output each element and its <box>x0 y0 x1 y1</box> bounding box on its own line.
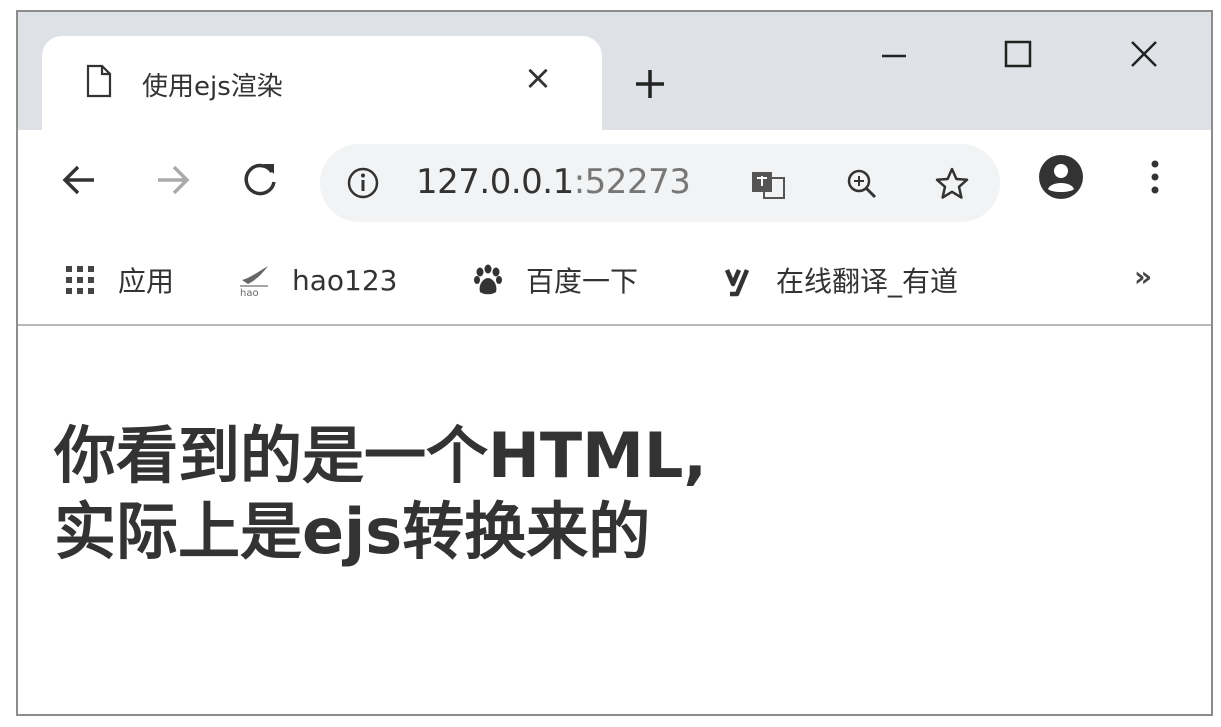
svg-text:hao: hao <box>240 288 259 298</box>
heading-line-2: 实际上是ejs转换来的 <box>54 495 651 568</box>
browser-tab[interactable]: 使用ejs渲染 × <box>42 36 602 130</box>
bookmark-star-icon[interactable] <box>932 164 972 204</box>
heading-line-1: 你看到的是一个HTML, <box>54 419 707 492</box>
new-tab-icon[interactable] <box>624 58 676 110</box>
back-arrow-icon[interactable] <box>54 154 106 206</box>
bookmarks-overflow-icon[interactable]: » <box>1134 260 1152 293</box>
bookmark-baidu[interactable]: 百度一下 <box>470 260 638 300</box>
toolbar: 127.0.0.1:52273 <box>18 130 1211 230</box>
bookmark-label: 百度一下 <box>526 265 639 298</box>
info-icon[interactable] <box>346 166 380 200</box>
translate-icon[interactable] <box>748 164 788 204</box>
bookmarks-bar: 应用 hao hao123 百度一下 在线翻译_有道 » <box>18 230 1211 326</box>
url-text: 127.0.0.1:52273 <box>416 162 691 202</box>
bookmark-label: 应用 <box>118 265 175 298</box>
url-host: 127.0.0.1 <box>416 162 574 202</box>
minimize-icon[interactable] <box>864 32 924 80</box>
page-heading: 你看到的是一个HTML, 实际上是ejs转换来的 <box>54 418 707 570</box>
bookmark-youdao[interactable]: 在线翻译_有道 <box>720 260 958 300</box>
maximize-icon[interactable] <box>988 32 1048 80</box>
baidu-paw-icon <box>474 264 502 295</box>
browser-window: 使用ejs渲染 × 127.0.0.1:52273 应用 hao hao123 … <box>16 10 1213 716</box>
bookmark-hao123[interactable]: hao hao123 <box>236 260 397 300</box>
bookmark-apps[interactable]: 应用 <box>62 260 174 300</box>
youdao-icon <box>724 269 750 297</box>
address-bar[interactable]: 127.0.0.1:52273 <box>320 144 1000 222</box>
more-menu-icon[interactable] <box>1140 152 1170 202</box>
apps-grid-icon <box>66 266 94 294</box>
profile-icon[interactable] <box>1036 152 1086 202</box>
tab-title: 使用ejs渲染 <box>142 72 283 102</box>
page-icon <box>86 64 112 98</box>
bookmark-label: hao123 <box>292 263 398 297</box>
forward-arrow-icon[interactable] <box>146 154 198 206</box>
tab-strip: 使用ejs渲染 × <box>18 12 1211 130</box>
window-close-icon[interactable] <box>1114 32 1174 80</box>
reload-icon[interactable] <box>234 154 286 206</box>
tab-close-icon[interactable]: × <box>518 58 558 98</box>
hao123-icon: hao <box>240 266 268 298</box>
url-port: :52273 <box>573 162 691 202</box>
bookmark-label: 在线翻译_有道 <box>776 265 959 298</box>
page-content: 你看到的是一个HTML, 实际上是ejs转换来的 <box>18 326 1211 714</box>
zoom-in-icon[interactable] <box>842 164 882 204</box>
